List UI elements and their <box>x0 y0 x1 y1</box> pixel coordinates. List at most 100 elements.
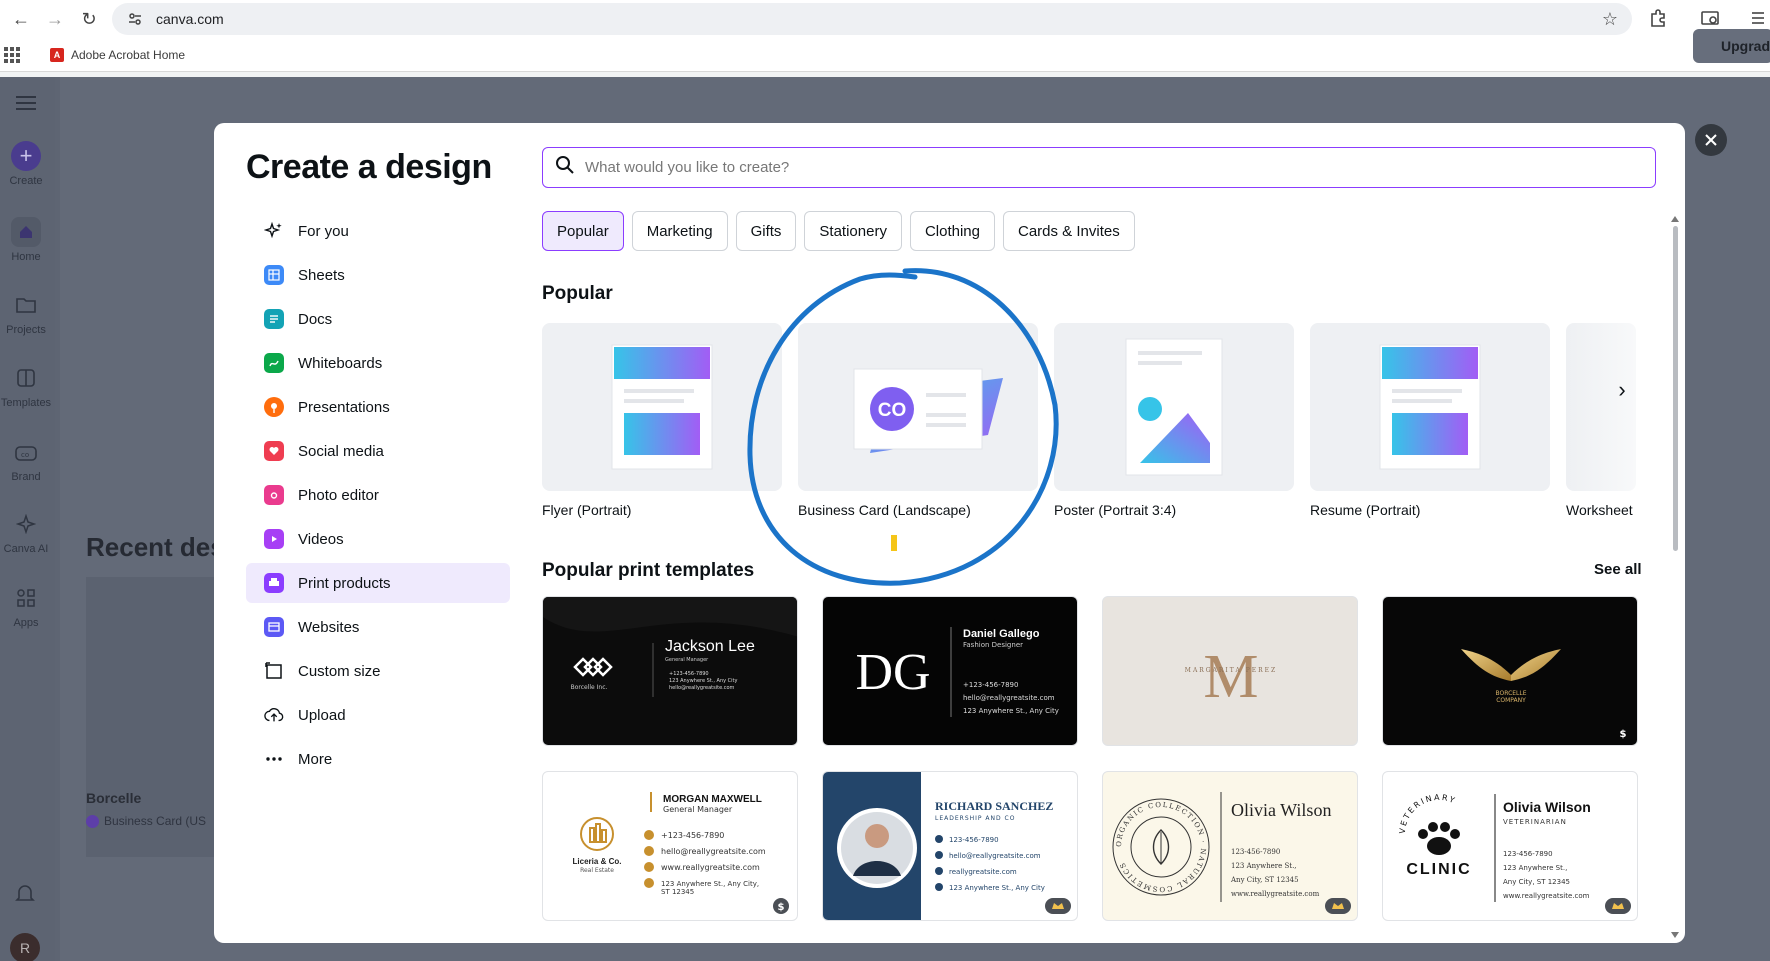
template-borcelle-company[interactable]: BORCELLE COMPANY $ <box>1382 596 1638 746</box>
recent-design-type: Business Card (US <box>86 814 206 828</box>
bookmark-star-icon[interactable]: ☆ <box>1602 9 1618 30</box>
chip-cards-invites[interactable]: Cards & Invites <box>1003 211 1135 251</box>
menu-item-websites[interactable]: Websites <box>246 607 510 647</box>
back-icon[interactable]: ← <box>8 6 34 32</box>
svg-text:+123-456-7890: +123-456-7890 <box>661 831 724 840</box>
svg-text:Jackson Lee: Jackson Lee <box>665 638 755 655</box>
apps-grid-icon[interactable] <box>4 46 20 63</box>
search-input[interactable] <box>585 159 1485 176</box>
rail-apps[interactable]: Apps <box>0 583 52 629</box>
design-search[interactable] <box>542 147 1656 188</box>
svg-text:Daniel Gallego: Daniel Gallego <box>963 628 1040 640</box>
popular-card-business-card[interactable]: CO Business Card (Landscape) <box>798 323 1038 518</box>
rail-templates[interactable]: Templates <box>0 363 52 409</box>
menu-item-more[interactable]: More <box>246 739 510 779</box>
left-rail: + Create Home Projects Templates co Bran… <box>0 77 55 961</box>
address-bar[interactable]: canva.com ☆ <box>112 3 1632 35</box>
custom-size-icon <box>264 661 284 681</box>
heart-icon <box>264 441 284 461</box>
carousel-next-icon[interactable]: › <box>1610 377 1634 402</box>
extensions-icon[interactable] <box>1648 8 1668 28</box>
menu-item-photo-editor[interactable]: Photo editor <box>246 475 510 515</box>
bookmark-adobe-acrobat[interactable]: A Adobe Acrobat Home <box>50 47 185 62</box>
category-menu: For you Sheets Docs Whiteboards Presenta… <box>246 211 510 783</box>
website-icon <box>264 617 284 637</box>
forward-icon[interactable]: → <box>42 6 68 32</box>
svg-text:Olivia Wilson: Olivia Wilson <box>1503 799 1591 815</box>
upgrade-button[interactable]: Upgrad <box>1693 29 1770 63</box>
camera-icon <box>264 485 284 505</box>
thumb-monogram: CO <box>878 400 907 421</box>
template-olivia-wilson-clinic[interactable]: VETERINARY CLINIC Olivia Wilson VETERINA… <box>1382 771 1638 921</box>
scroll-thumb[interactable] <box>1673 226 1678 551</box>
more-icon <box>264 749 284 769</box>
menu-item-print-products[interactable]: Print products <box>246 563 510 603</box>
menu-item-videos[interactable]: Videos <box>246 519 510 559</box>
popular-card-poster[interactable]: Poster (Portrait 3:4) <box>1054 323 1294 518</box>
hamburger-icon[interactable] <box>16 95 36 116</box>
sheets-icon <box>264 265 284 285</box>
menu-item-social-media[interactable]: Social media <box>246 431 510 471</box>
browser-toolbar: ← → ↻ canva.com ☆ <box>0 0 1770 38</box>
template-margarita-perez[interactable]: M MARGARITA PEREZ <box>1102 596 1358 746</box>
rail-brand[interactable]: co Brand <box>0 437 52 483</box>
avatar[interactable]: R <box>10 933 40 961</box>
svg-text:123 Anywhere St., Any City: 123 Anywhere St., Any City <box>669 678 738 684</box>
template-jackson-lee[interactable]: Borcelle Inc. Jackson Lee General Manage… <box>542 596 798 746</box>
popular-card-label: Resume (Portrait) <box>1310 502 1421 518</box>
site-settings-icon[interactable] <box>120 11 150 27</box>
category-chips: Popular Marketing Gifts Stationery Cloth… <box>542 211 1135 251</box>
menu-item-sheets[interactable]: Sheets <box>246 255 510 295</box>
upload-icon <box>264 705 284 725</box>
template-olivia-wilson-organic[interactable]: ORGANIC COLLECTION · NATURAL COSMETICS O… <box>1102 771 1358 921</box>
svg-text:MARGARITA PEREZ: MARGARITA PEREZ <box>1185 667 1277 674</box>
sparkle-icon <box>264 221 284 241</box>
popular-card-resume[interactable]: Resume (Portrait) <box>1310 323 1550 518</box>
template-richard-sanchez[interactable]: RICHARD SANCHEZ LEADERSHIP AND CO 123-45… <box>822 771 1078 921</box>
svg-text:hello@reallygreatsite.com: hello@reallygreatsite.com <box>669 685 735 691</box>
modal-scrollbar[interactable] <box>1671 216 1679 938</box>
svg-text:Olivia Wilson: Olivia Wilson <box>1231 800 1331 820</box>
svg-text:123-456-7890: 123-456-7890 <box>1231 848 1280 856</box>
rail-create[interactable]: + Create <box>0 141 52 187</box>
svg-text:hello@reallygreatsite.com: hello@reallygreatsite.com <box>661 847 766 856</box>
chip-stationery[interactable]: Stationery <box>804 211 902 251</box>
popular-card-label: Flyer (Portrait) <box>542 502 632 518</box>
popular-card-worksheet[interactable]: Worksheet <box>1566 323 1636 518</box>
see-all-link[interactable]: See all <box>1594 561 1642 578</box>
svg-text:General Manager: General Manager <box>665 657 709 663</box>
rail-canva-ai[interactable]: Canva AI <box>0 509 52 555</box>
bell-icon[interactable] <box>14 882 36 909</box>
menu-item-whiteboards[interactable]: Whiteboards <box>246 343 510 383</box>
sparkle-icon <box>11 509 41 539</box>
menu-item-custom-size[interactable]: Custom size <box>246 651 510 691</box>
template-morgan-maxwell[interactable]: Liceria & Co. Real Estate MORGAN MAXWELL… <box>542 771 798 921</box>
menu-item-docs[interactable]: Docs <box>246 299 510 339</box>
svg-text:+123-456-7890: +123-456-7890 <box>963 681 1018 689</box>
svg-text:123-456-7890: 123-456-7890 <box>1503 850 1553 858</box>
chip-marketing[interactable]: Marketing <box>631 211 728 251</box>
svg-text:123 Anywhere St., Any City,: 123 Anywhere St., Any City, <box>661 880 759 888</box>
recent-design-name: Borcelle <box>86 790 142 806</box>
menu-icon[interactable] <box>1752 8 1764 28</box>
chip-clothing[interactable]: Clothing <box>909 211 995 251</box>
svg-text:123 Anywhere St., Any City: 123 Anywhere St., Any City <box>949 884 1045 892</box>
create-design-modal: Create a design For you Sheets Docs Whit… <box>214 123 1685 943</box>
svg-text:hello@reallygreatsite.com: hello@reallygreatsite.com <box>949 852 1041 860</box>
popular-card-label: Worksheet <box>1566 502 1633 518</box>
cast-icon[interactable] <box>1700 8 1720 28</box>
menu-item-presentations[interactable]: Presentations <box>246 387 510 427</box>
svg-text:www.reallygreatsite.com: www.reallygreatsite.com <box>1231 890 1320 898</box>
popular-card-flyer[interactable]: Flyer (Portrait) <box>542 323 782 518</box>
url-text[interactable]: canva.com <box>156 11 224 27</box>
chip-gifts[interactable]: Gifts <box>735 211 797 251</box>
template-daniel-gallego[interactable]: DG Daniel Gallego Fashion Designer +123-… <box>822 596 1078 746</box>
menu-item-upload[interactable]: Upload <box>246 695 510 735</box>
menu-item-for-you[interactable]: For you <box>246 211 510 251</box>
rail-projects[interactable]: Projects <box>0 290 52 336</box>
close-modal-button[interactable] <box>1695 124 1727 156</box>
poster-thumbnail <box>1054 323 1294 491</box>
chip-popular[interactable]: Popular <box>542 211 624 251</box>
reload-icon[interactable]: ↻ <box>76 6 102 32</box>
rail-home[interactable]: Home <box>0 217 52 263</box>
